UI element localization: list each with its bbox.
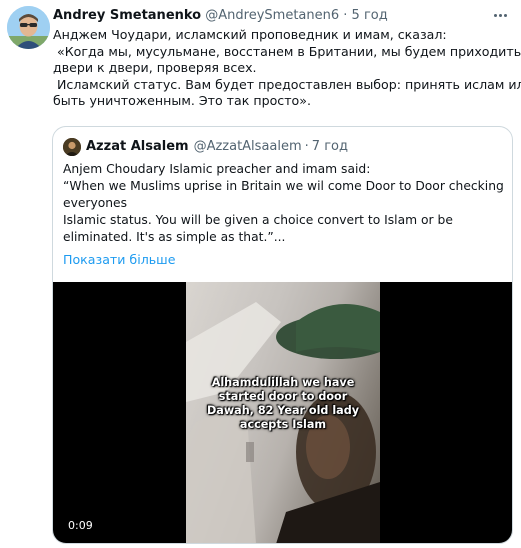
header-separator: · <box>343 8 348 23</box>
quoted-separator: · <box>304 139 309 154</box>
video-timestamp: 0:09 <box>65 518 96 534</box>
tweet-header: Andrey Smetanenko @AndreySmetanen6 · 5 г… <box>53 7 481 25</box>
video-caption: Alhamdulillah we have started door to do… <box>206 376 360 431</box>
author-handle[interactable]: @AndreySmetanen6 <box>205 8 339 23</box>
quoted-text-line: Anjem Choudary Islamic preacher and imam… <box>63 162 371 176</box>
avatar-image <box>7 6 50 49</box>
video-frame: Alhamdulillah we have started door to do… <box>186 282 380 543</box>
quoted-avatar <box>63 138 81 156</box>
tweet-text: Анджем Чоудари, исламский проповедник и … <box>53 27 521 110</box>
tweet-time[interactable]: 5 год <box>352 8 388 23</box>
more-options-dot <box>498 13 502 17</box>
quoted-header: Azzat Alsalem @AzzatAlsaalem · 7 год <box>63 137 502 157</box>
quoted-time[interactable]: 7 год <box>312 137 348 157</box>
quoted-tweet[interactable]: Azzat Alsalem @AzzatAlsaalem · 7 год Anj… <box>52 126 513 544</box>
quoted-text-line: Islamic status. You will be given a choi… <box>63 213 453 227</box>
tweet-text-line: «Когда мы, мусульмане, восстанем в Брита… <box>57 43 521 59</box>
video-player[interactable]: Alhamdulillah we have started door to do… <box>53 282 512 543</box>
quoted-text: Anjem Choudary Islamic preacher and imam… <box>63 161 504 246</box>
more-options-dot <box>503 13 507 17</box>
quoted-text-line: eliminated. It's as simple as that.”... <box>63 230 286 244</box>
tweet-text-line: Исламский статус. Вам будет предоставлен… <box>57 76 521 92</box>
tweet: Andrey Smetanenko @AndreySmetanen6 · 5 г… <box>0 0 521 548</box>
more-options-icon <box>493 13 497 17</box>
quoted-avatar-image <box>63 138 81 156</box>
quoted-text-line: “When we Muslims uprise in Britain we wi… <box>63 179 504 193</box>
tweet-text-line: двери к двери, проверяя всех. <box>53 60 257 75</box>
more-options-button[interactable] <box>489 6 511 24</box>
quoted-author-name[interactable]: Azzat Alsalem <box>86 137 189 157</box>
quoted-text-line: everyones <box>63 196 128 210</box>
tweet-text-line: быть уничтоженным. Это так просто». <box>53 93 311 108</box>
author-avatar[interactable] <box>7 6 50 49</box>
show-more-link[interactable]: Показати більше <box>63 251 175 268</box>
author-name[interactable]: Andrey Smetanenko <box>53 8 201 23</box>
tweet-text-line: Анджем Чоудари, исламский проповедник и … <box>53 27 447 42</box>
quoted-author-handle[interactable]: @AzzatAlsaalem <box>194 137 302 157</box>
